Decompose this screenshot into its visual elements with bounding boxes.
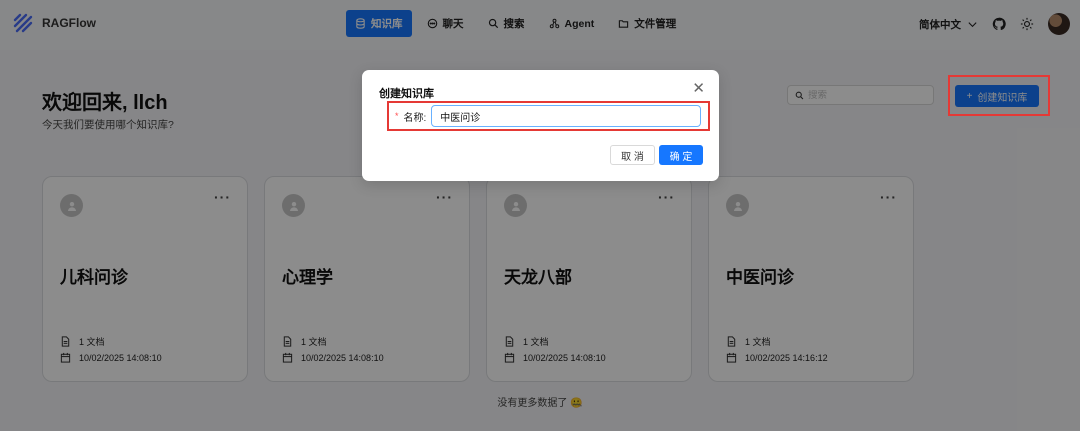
confirm-button[interactable]: 确 定	[659, 145, 703, 165]
close-icon[interactable]: ✕	[692, 81, 705, 96]
modal-backdrop[interactable]	[0, 0, 1080, 431]
dialog-title: 创建知识库	[379, 88, 434, 100]
highlight-box	[387, 101, 710, 131]
cancel-button[interactable]: 取 消	[610, 145, 655, 165]
highlight-box	[948, 75, 1050, 116]
